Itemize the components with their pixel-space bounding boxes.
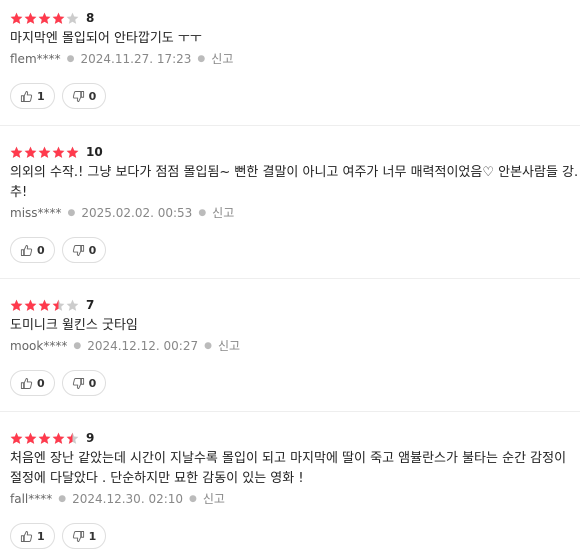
star-rating — [10, 432, 80, 445]
star-full-icon — [10, 12, 23, 24]
dislike-count: 0 — [88, 376, 97, 390]
rating-score: 7 — [86, 297, 95, 312]
review-date: 2025.02.02. 00:53 — [81, 206, 193, 220]
reviewer-id: fall**** — [10, 492, 53, 506]
separator-dot: ● — [66, 54, 75, 64]
separator-dot: ● — [58, 494, 67, 504]
review-list: 8 마지막엔 몰입되어 안타깝기도 ㅜㅜ flem**** ● 2024.11.… — [0, 0, 580, 549]
star-full-icon — [24, 432, 37, 444]
thumbs-up-icon — [20, 90, 33, 103]
dislike-button[interactable]: 1 — [61, 523, 107, 549]
separator-dot: ● — [73, 341, 82, 351]
reaction-buttons: 0 0 — [10, 237, 580, 263]
review-item: 8 마지막엔 몰입되어 안타깝기도 ㅜㅜ flem**** ● 2024.11.… — [0, 0, 580, 126]
star-full-icon — [24, 12, 37, 24]
dislike-button[interactable]: 0 — [61, 370, 107, 396]
review-item: 9 처음엔 장난 같았는데 시간이 지날수록 몰입이 되고 마지막에 딸이 죽고… — [0, 412, 580, 549]
rating-line: 7 — [10, 296, 580, 314]
rating-line: 8 — [10, 9, 580, 27]
rating-score: 10 — [86, 144, 103, 159]
star-full-icon — [66, 146, 79, 158]
dislike-button[interactable]: 0 — [61, 83, 107, 109]
star-full-icon — [52, 146, 65, 158]
dislike-count: 0 — [88, 243, 97, 257]
review-text: 처음엔 장난 같았는데 시간이 지날수록 몰입이 되고 마지막에 딸이 죽고 앰… — [10, 451, 567, 486]
star-empty-icon — [66, 12, 79, 24]
dislike-count: 1 — [88, 529, 97, 543]
like-count: 0 — [37, 243, 45, 257]
review-meta: fall**** ● 2024.12.30. 02:10 ● 신고 — [10, 491, 580, 507]
reaction-buttons: 1 0 — [10, 83, 580, 109]
rating-score: 8 — [86, 10, 95, 25]
like-button[interactable]: 1 — [10, 83, 55, 109]
thumbs-up-icon — [20, 377, 33, 390]
reviewer-id: mook**** — [10, 339, 68, 353]
rating-line: 9 — [10, 429, 580, 447]
thumbs-down-icon — [72, 244, 85, 257]
review-date: 2024.11.27. 17:23 — [80, 52, 192, 66]
like-button[interactable]: 0 — [10, 237, 55, 263]
dislike-count: 0 — [88, 89, 97, 103]
star-full-icon — [38, 432, 51, 444]
star-full-icon — [38, 146, 51, 158]
star-full-icon — [52, 12, 65, 24]
review-date: 2024.12.30. 02:10 — [72, 492, 184, 506]
like-button[interactable]: 0 — [10, 370, 55, 396]
star-rating — [10, 12, 80, 25]
review-meta: miss**** ● 2025.02.02. 00:53 ● 신고 — [10, 205, 580, 221]
dislike-button[interactable]: 0 — [61, 237, 107, 263]
review-date: 2024.12.12. 00:27 — [87, 339, 199, 353]
star-half-icon — [52, 299, 65, 311]
reaction-buttons: 0 0 — [10, 370, 580, 396]
star-full-icon — [24, 299, 37, 311]
star-full-icon — [10, 299, 23, 311]
star-rating — [10, 146, 80, 159]
like-button[interactable]: 1 — [10, 523, 55, 549]
star-full-icon — [52, 432, 65, 444]
review-item: 10 의외의 수작.! 그냥 보다가 점점 몰입됨~ 뻔한 결말이 아니고 여주… — [0, 126, 580, 279]
rating-score: 9 — [86, 430, 95, 445]
star-full-icon — [10, 432, 23, 444]
report-link[interactable]: 신고 — [211, 51, 233, 67]
thumbs-down-icon — [72, 530, 85, 543]
review-text: 의외의 수작.! 그냥 보다가 점점 몰입됨~ 뻔한 결말이 아니고 여주가 너… — [10, 165, 579, 200]
like-count: 0 — [37, 376, 45, 390]
thumbs-down-icon — [72, 377, 85, 390]
reviewer-id: flem**** — [10, 52, 61, 66]
star-full-icon — [38, 299, 51, 311]
star-full-icon — [38, 12, 51, 24]
review-meta: mook**** ● 2024.12.12. 00:27 ● 신고 — [10, 338, 580, 354]
star-empty-icon — [66, 299, 79, 311]
thumbs-up-icon — [20, 244, 33, 257]
review-meta: flem**** ● 2024.11.27. 17:23 ● 신고 — [10, 51, 580, 67]
star-full-icon — [24, 146, 37, 158]
star-rating — [10, 299, 80, 312]
reviewer-id: miss**** — [10, 206, 62, 220]
like-count: 1 — [37, 529, 45, 543]
separator-dot: ● — [204, 341, 212, 351]
thumbs-up-icon — [20, 530, 33, 543]
rating-line: 10 — [10, 143, 580, 161]
report-link[interactable]: 신고 — [212, 205, 234, 221]
review-text: 마지막엔 몰입되어 안타깝기도 ㅜㅜ — [10, 31, 202, 46]
reaction-buttons: 1 1 — [10, 523, 580, 549]
star-half-icon — [66, 432, 79, 444]
thumbs-down-icon — [72, 90, 85, 103]
like-count: 1 — [37, 89, 45, 103]
separator-dot: ● — [189, 494, 197, 504]
star-full-icon — [10, 146, 23, 158]
report-link[interactable]: 신고 — [203, 491, 225, 507]
review-text: 도미니크 윌킨스 굿타임 — [10, 318, 138, 333]
review-item: 7 도미니크 윌킨스 굿타임 mook**** ● 2024.12.12. 00… — [0, 279, 580, 412]
separator-dot: ● — [67, 208, 76, 218]
report-link[interactable]: 신고 — [218, 338, 240, 354]
separator-dot: ● — [197, 54, 206, 64]
separator-dot: ● — [198, 208, 207, 218]
